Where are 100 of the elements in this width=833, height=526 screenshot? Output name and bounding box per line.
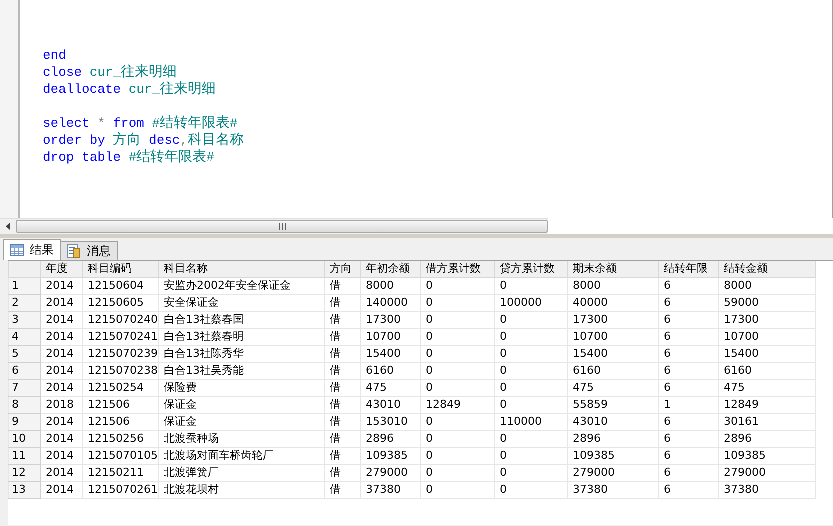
table-cell: 279000	[718, 464, 816, 482]
table-cell: 2014	[40, 448, 82, 464]
table-cell: 借	[324, 328, 360, 346]
table-cell: 0	[494, 396, 568, 414]
left-arrow-icon[interactable]	[6, 223, 10, 230]
table-cell: 白合13社吴秀能	[158, 362, 324, 380]
column-header[interactable]: 贷方累计数	[494, 261, 568, 278]
table-cell: 借	[324, 482, 360, 498]
row-number[interactable]: 6	[8, 362, 40, 380]
table-cell: 借	[324, 312, 360, 328]
table-cell: 17300	[718, 312, 816, 328]
table-cell: 6160	[360, 362, 420, 380]
table-cell: 借	[324, 278, 360, 294]
table-cell: 0	[494, 278, 568, 294]
row-number[interactable]: 12	[8, 464, 40, 482]
table-cell: 借	[324, 346, 360, 362]
table-cell: 6	[658, 430, 718, 448]
table-cell: 北渡蚕种场	[158, 430, 324, 448]
table-cell: 0	[494, 362, 568, 380]
table-cell: 安全保证金	[158, 294, 324, 312]
column-header[interactable]: 方向	[324, 261, 360, 278]
row-number[interactable]: 7	[8, 380, 40, 396]
table-cell: 0	[494, 448, 568, 464]
table-cell: 0	[420, 328, 494, 346]
column-header[interactable]: 科目名称	[158, 261, 324, 278]
table-cell: 2014	[40, 414, 82, 430]
column-header[interactable]: 期末余额	[568, 261, 658, 278]
table-cell: 借	[324, 464, 360, 482]
table-cell: 43010	[360, 396, 420, 414]
table-cell: 6160	[568, 362, 658, 380]
table-cell: 借	[324, 414, 360, 430]
row-number[interactable]: 4	[8, 328, 40, 346]
table-cell: 0	[420, 380, 494, 396]
table-cell: 0	[494, 312, 568, 328]
row-number[interactable]: 11	[8, 448, 40, 464]
table-cell: 475	[718, 380, 816, 396]
table-cell: 白合13社蔡春明	[158, 328, 324, 346]
table-cell: 15400	[718, 346, 816, 362]
table-cell: 0	[420, 278, 494, 294]
table-cell: 12150211	[82, 464, 158, 482]
table-cell: 0	[494, 430, 568, 448]
table-cell: 0	[420, 482, 494, 498]
result-tab[interactable]: 消息	[60, 241, 118, 260]
table-cell: 43010	[568, 414, 658, 430]
table-cell: 15400	[360, 346, 420, 362]
table-cell: 2014	[40, 482, 82, 498]
table-cell: 109385	[568, 448, 658, 464]
table-cell: 8000	[360, 278, 420, 294]
table-cell: 6	[658, 414, 718, 430]
column-header[interactable]: 结转年限	[658, 261, 718, 278]
code-line: drop table #结转年限表#	[43, 149, 216, 166]
result-tab[interactable]: 结果	[3, 239, 61, 260]
table-cell: 2014	[40, 278, 82, 294]
column-header[interactable]: 科目编码	[82, 261, 158, 278]
column-header[interactable]: 结转金额	[718, 261, 816, 278]
row-number[interactable]: 13	[8, 482, 40, 498]
row-number[interactable]: 8	[8, 396, 40, 414]
table-cell: 借	[324, 430, 360, 448]
table-cell: 6	[658, 448, 718, 464]
table-cell: 279000	[568, 464, 658, 482]
table-cell: 121506	[82, 396, 158, 414]
table-cell: 109385	[718, 448, 816, 464]
table-cell: 279000	[360, 464, 420, 482]
table-cell: 30161	[718, 414, 816, 430]
table-cell: 0	[420, 346, 494, 362]
row-number[interactable]: 10	[8, 430, 40, 448]
table-cell: 2014	[40, 464, 82, 482]
table-cell: 1215070239	[82, 346, 158, 362]
row-number[interactable]: 2	[8, 294, 40, 312]
table-cell: 121506	[82, 414, 158, 430]
row-number[interactable]: 3	[8, 312, 40, 328]
code-line: order by 方向 desc,科目名称	[43, 132, 244, 149]
code-line: select * from #结转年限表#	[43, 115, 239, 132]
row-number[interactable]: 5	[8, 346, 40, 362]
table-cell: 1215070238	[82, 362, 158, 380]
table-cell: 10700	[718, 328, 816, 346]
table-cell: 12150256	[82, 430, 158, 448]
table-cell: 6	[658, 464, 718, 482]
table-cell: 12150605	[82, 294, 158, 312]
table-cell: 0	[494, 380, 568, 396]
table-cell: 6160	[718, 362, 816, 380]
column-header[interactable]: 年度	[40, 261, 82, 278]
column-header[interactable]: 借方累计数	[420, 261, 494, 278]
row-number[interactable]: 1	[8, 278, 40, 294]
table-cell: 保证金	[158, 396, 324, 414]
table-cell: 8000	[568, 278, 658, 294]
table-cell: 6	[658, 294, 718, 312]
table-cell: 37380	[360, 482, 420, 498]
table-cell: 37380	[568, 482, 658, 498]
table-cell: 借	[324, 294, 360, 312]
row-number[interactable]: 9	[8, 414, 40, 430]
table-cell: 109385	[360, 448, 420, 464]
table-cell: 2014	[40, 346, 82, 362]
table-cell: 白合13社蔡春国	[158, 312, 324, 328]
table-cell: 110000	[494, 414, 568, 430]
table-cell: 8000	[718, 278, 816, 294]
table-cell: 2014	[40, 328, 82, 346]
table-cell: 借	[324, 380, 360, 396]
table-cell: 保险费	[158, 380, 324, 396]
column-header[interactable]: 年初余额	[360, 261, 420, 278]
